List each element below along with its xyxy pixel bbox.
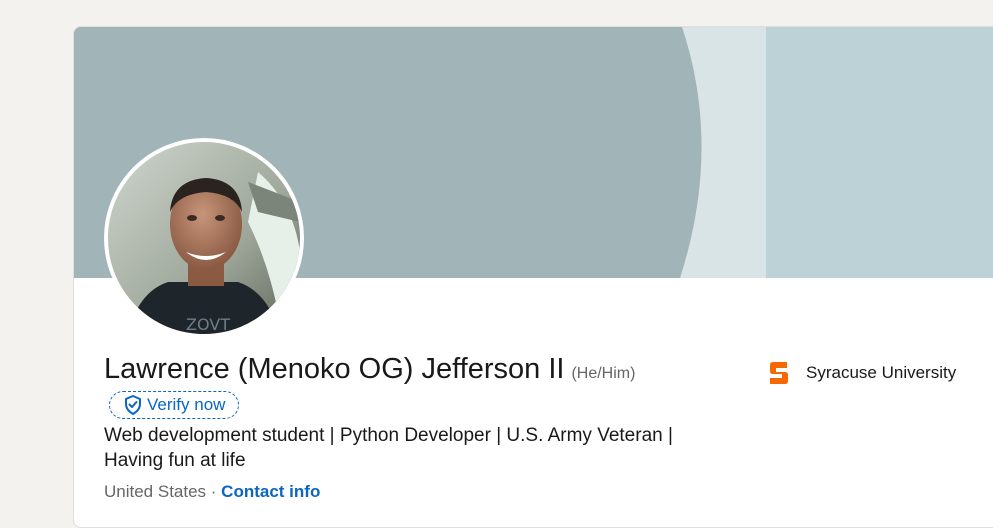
syracuse-s-icon xyxy=(770,362,788,384)
profile-location: United States xyxy=(104,482,207,501)
profile-photo-image: ZOVT xyxy=(108,142,300,334)
school-name: Syracuse University xyxy=(806,363,957,382)
profile-photo[interactable]: ZOVT xyxy=(104,138,304,338)
profile-pronouns: (He/Him) xyxy=(571,365,636,382)
name-row: Lawrence (Menoko OG) Jefferson II (He/Hi… xyxy=(104,353,635,386)
profile-name: Lawrence (Menoko OG) Jefferson II xyxy=(104,353,565,385)
education-syracuse[interactable]: Syracuse University xyxy=(768,360,956,386)
profile-headline: Web development student | Python Develop… xyxy=(104,425,673,471)
verify-now-button[interactable]: Verify now xyxy=(109,391,240,419)
location-row: United States · Contact info xyxy=(104,482,320,502)
location-separator: · xyxy=(206,482,222,501)
shield-check-icon xyxy=(125,395,141,415)
profile-card: ZOVT Lawrence (Menoko OG) Jefferson II (… xyxy=(73,26,993,528)
contact-info-link[interactable]: Contact info xyxy=(221,482,320,501)
svg-text:ZOVT: ZOVT xyxy=(186,315,230,334)
verify-now-label: Verify now xyxy=(147,395,226,414)
